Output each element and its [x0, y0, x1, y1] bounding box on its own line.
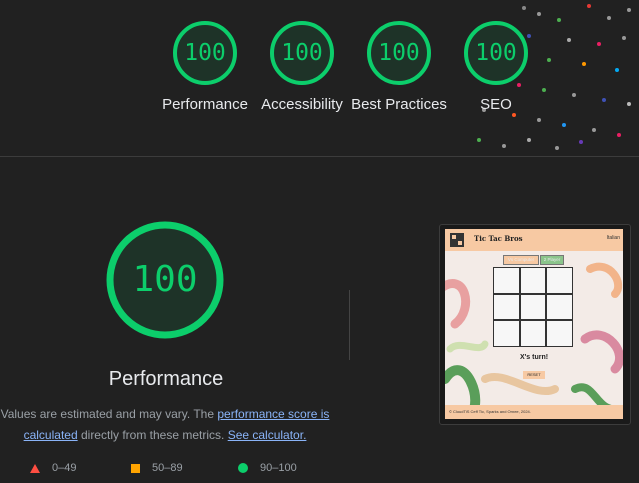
best-practices-gauge[interactable]: 100: [366, 20, 432, 86]
board-cell: [520, 321, 546, 346]
score-value: 100: [184, 40, 226, 66]
board-cell: [494, 321, 519, 346]
estimate-note: Values are estimated and may vary. The p…: [0, 404, 330, 446]
board-cell: [547, 294, 572, 320]
triangle-icon: [30, 463, 40, 473]
board-cell: [547, 268, 572, 293]
gauge-label-accessibility: Accessibility: [261, 96, 343, 113]
note-text: Values are estimated and may vary. The: [0, 407, 218, 421]
legend-range: 0–49: [52, 462, 77, 474]
thumbnail-title: Tic Tac Bros: [474, 234, 523, 243]
performance-gauge[interactable]: 100: [172, 20, 238, 86]
legend-pass: 90–100: [238, 462, 297, 474]
turn-indicator: X's turn!: [519, 354, 549, 361]
score-value: 100: [132, 259, 198, 300]
score-value: 100: [378, 40, 420, 66]
board-cell: [494, 294, 519, 320]
legend-fail: 0–49: [30, 462, 76, 474]
legend-range: 50–89: [152, 462, 183, 474]
gauge-label-best-practices: Best Practices: [351, 96, 447, 113]
board-cell: [520, 268, 546, 293]
circle-icon: [238, 463, 248, 473]
performance-main-gauge: 100: [104, 219, 226, 341]
gauge-label-seo: SEO: [480, 96, 512, 113]
score-value: 100: [281, 40, 323, 66]
board-cell: [547, 321, 572, 346]
accessibility-gauge[interactable]: 100: [269, 20, 335, 86]
thumbnail-language: Italian: [606, 235, 620, 241]
board-cell: [520, 294, 546, 320]
game-board: [493, 267, 573, 347]
thumbnail-header: Tic Tac Bros Italian: [445, 229, 623, 251]
seo-gauge[interactable]: 100: [463, 20, 529, 86]
board-cell: [494, 268, 519, 293]
divider: [349, 290, 350, 360]
score-value: 100: [475, 40, 517, 66]
thumbnail-footer: © CloudTiS Ceff Tic, Sparks and Ornee, 2…: [445, 405, 623, 419]
performance-title: Performance: [108, 368, 224, 390]
score-summary-header: 100 Performance 100 Accessibility 100 Be…: [0, 0, 639, 157]
final-screenshot-thumbnail[interactable]: Tic Tac Bros Italian Vs Computer 2 Playe…: [445, 229, 623, 419]
reset-button: RESET: [523, 371, 545, 379]
square-icon: [131, 463, 140, 473]
see-calculator-link[interactable]: See calculator.: [228, 428, 307, 442]
legend-range: 90–100: [260, 462, 297, 474]
vs-computer-button: Vs Computer: [503, 255, 539, 265]
note-text: directly from these metrics.: [77, 428, 228, 442]
logo-icon: [450, 233, 464, 247]
two-player-button: 2 Player: [540, 255, 564, 265]
legend-average: 50–89: [131, 462, 183, 474]
